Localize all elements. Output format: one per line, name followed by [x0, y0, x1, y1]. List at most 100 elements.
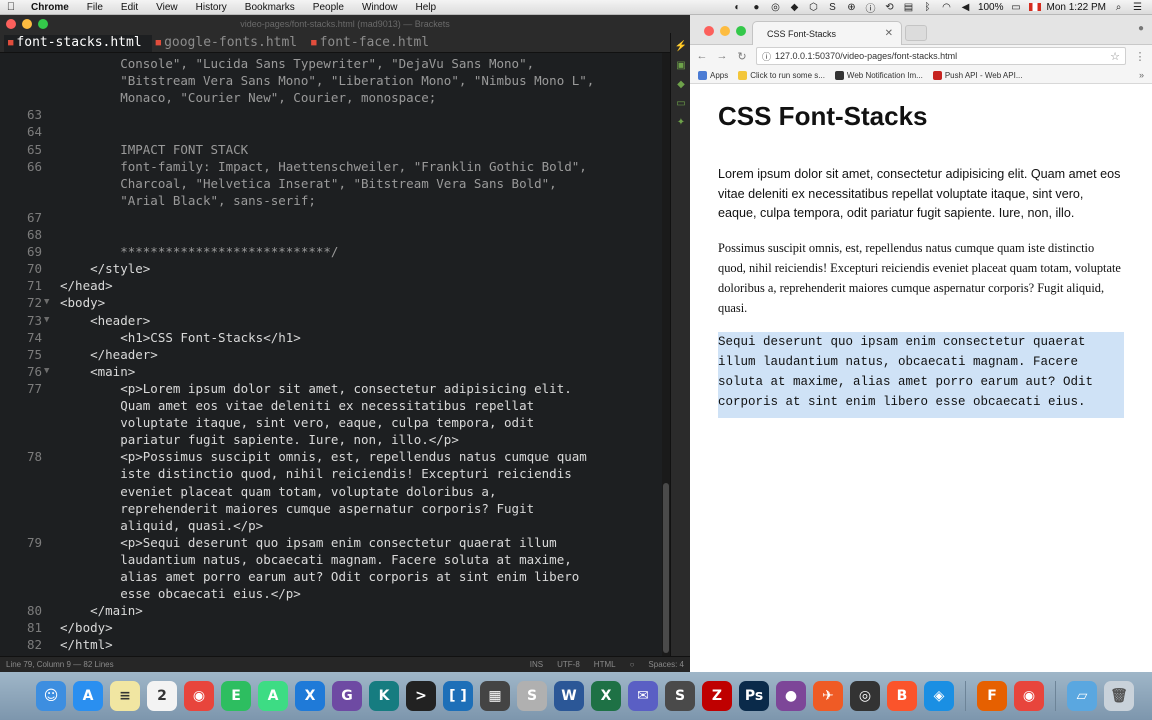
tor-icon[interactable]: ● [776, 681, 806, 711]
chrome-canary-icon[interactable]: ◉ [1014, 681, 1044, 711]
minimize-window-button[interactable] [720, 26, 730, 36]
github-icon[interactable]: G [332, 681, 362, 711]
notes-icon[interactable]: ≡ [110, 681, 140, 711]
sublime-icon[interactable]: S [665, 681, 695, 711]
code-editor[interactable]: Console", "Lucida Sans Typewriter", "Dej… [0, 53, 662, 664]
tab-font-stacks[interactable]: ■ font-stacks.html [4, 35, 152, 52]
menu-kebab-icon[interactable]: ⋮ [1134, 50, 1146, 63]
excel-icon[interactable]: X [591, 681, 621, 711]
code-text: <p>Sequi deserunt quo ipsam enim consect… [60, 534, 557, 550]
new-tab-button[interactable] [905, 25, 927, 41]
firefox-icon[interactable]: F [977, 681, 1007, 711]
code-text: </head> [60, 278, 113, 294]
downloads-folder-icon[interactable]: ▱ [1067, 681, 1097, 711]
back-arrow-icon[interactable]: ← [696, 50, 708, 62]
bookmark-item[interactable]: Push API - Web API... [932, 70, 1022, 80]
menu-bookmarks[interactable]: Bookmarks [236, 2, 304, 13]
status-icon-5[interactable]: ⊕ [845, 2, 858, 13]
status-icon-6[interactable]: ▤ [902, 2, 915, 13]
live-preview-icon[interactable]: ⚡ [671, 41, 691, 52]
profile-icon[interactable]: ● [1138, 23, 1144, 34]
calendar-icon[interactable]: 2 [147, 681, 177, 711]
skype-icon[interactable]: S [826, 2, 839, 13]
zoom-window-button[interactable] [736, 26, 746, 36]
menu-people[interactable]: People [304, 2, 353, 13]
menu-history[interactable]: History [187, 2, 236, 13]
status-icon-1[interactable]: ◐ [731, 2, 744, 13]
menu-window[interactable]: Window [353, 2, 407, 13]
bookmark-item[interactable]: Web Notification Im... [834, 70, 923, 80]
dropbox-icon[interactable]: ◆ [788, 2, 801, 13]
fold-toggle-icon[interactable]: ▼ [44, 363, 49, 380]
forward-arrow-icon[interactable]: → [716, 50, 728, 62]
bookmark-item[interactable]: Click to run some s... [738, 70, 825, 80]
url-text[interactable]: 127.0.0.1:50370/video-pages/font-stacks.… [775, 51, 957, 61]
word-icon[interactable]: W [554, 681, 584, 711]
apple-icon[interactable]:  [0, 1, 22, 13]
menu-view[interactable]: View [147, 2, 187, 13]
time-machine-icon[interactable]: ⟲ [883, 2, 896, 13]
scrollbar-thumb[interactable] [663, 483, 669, 653]
close-tab-icon[interactable]: ✕ [885, 28, 893, 39]
fold-toggle-icon[interactable]: ▼ [44, 294, 49, 311]
status-icon-2[interactable]: ● [750, 2, 763, 13]
bookmark-apps[interactable]: Apps [698, 70, 728, 80]
status-icon-3[interactable]: ◎ [769, 2, 782, 13]
wifi-icon[interactable]: ◠ [940, 2, 953, 13]
bookmark-star-icon[interactable]: ☆ [1110, 50, 1120, 63]
spotlight-search-icon[interactable]: ⌕ [1112, 2, 1125, 13]
tab-google-fonts[interactable]: ■ google-fonts.html [152, 35, 307, 52]
battery-percent[interactable]: 100% [978, 2, 1004, 13]
photoshop-icon[interactable]: Ps [739, 681, 769, 711]
brave-icon[interactable]: B [887, 681, 917, 711]
android-studio-icon[interactable]: A [258, 681, 288, 711]
menu-help[interactable]: Help [407, 2, 446, 13]
editor-scrollbar[interactable] [662, 53, 670, 664]
clock[interactable]: Mon 1:22 PM [1047, 2, 1106, 13]
close-window-button[interactable] [704, 26, 714, 36]
teams-icon[interactable]: ✉ [628, 681, 658, 711]
linter-status-icon[interactable]: ○ [630, 660, 635, 669]
gitkraken-icon[interactable]: K [369, 681, 399, 711]
app-icon[interactable]: ▦ [480, 681, 510, 711]
encoding-select[interactable]: UTF-8 [557, 660, 580, 669]
chrome-icon[interactable]: ◉ [184, 681, 214, 711]
bluetooth-icon[interactable]: ᛒ [921, 2, 934, 13]
terminal-icon[interactable]: > [406, 681, 436, 711]
line-number: 81 [26, 620, 42, 636]
page-info-icon[interactable]: ⓘ [762, 50, 771, 63]
menu-app-name[interactable]: Chrome [22, 2, 78, 13]
browser-tab[interactable]: CSS Font-Stacks ✕ [752, 21, 902, 45]
notification-center-icon[interactable]: ☰ [1131, 2, 1144, 13]
reload-icon[interactable]: ↻ [736, 50, 748, 63]
menu-edit[interactable]: Edit [112, 2, 147, 13]
panel-icon[interactable]: ▭ [671, 98, 691, 109]
trash-icon[interactable]: 🗑 [1104, 681, 1134, 711]
insert-mode[interactable]: INS [530, 660, 543, 669]
indent-spaces[interactable]: Spaces: 4 [648, 660, 684, 669]
app-store-icon[interactable]: A [73, 681, 103, 711]
finder-icon[interactable]: ☺ [36, 681, 66, 711]
input-source-flag-icon[interactable] [1028, 3, 1041, 11]
extensions-icon[interactable]: ▣ [671, 60, 691, 71]
brackets-icon[interactable]: [ ] [443, 681, 473, 711]
fold-toggle-icon[interactable]: ▼ [44, 312, 49, 329]
safari-icon[interactable]: ◈ [924, 681, 954, 711]
evernote-icon[interactable]: E [221, 681, 251, 711]
git-icon[interactable]: ◆ [671, 79, 691, 90]
aperture-icon[interactable]: ◎ [850, 681, 880, 711]
menu-file[interactable]: File [78, 2, 112, 13]
sequel-icon[interactable]: S [517, 681, 547, 711]
battery-icon[interactable]: ▭ [1010, 2, 1023, 13]
tab-font-face[interactable]: ■ font-face.html [307, 35, 439, 52]
xcode-icon[interactable]: X [295, 681, 325, 711]
language-select[interactable]: HTML [594, 660, 616, 669]
volume-icon[interactable]: ◀ [959, 2, 972, 13]
bookmarks-overflow-icon[interactable]: » [1139, 70, 1144, 80]
address-bar[interactable]: ⓘ 127.0.0.1:50370/video-pages/font-stack… [756, 47, 1126, 65]
filezilla-icon[interactable]: Z [702, 681, 732, 711]
status-icon-4[interactable]: ⬡ [807, 2, 820, 13]
postman-icon[interactable]: ✈ [813, 681, 843, 711]
info-icon[interactable]: ⓘ [864, 0, 877, 15]
lightbulb-icon[interactable]: ✦ [671, 117, 691, 128]
